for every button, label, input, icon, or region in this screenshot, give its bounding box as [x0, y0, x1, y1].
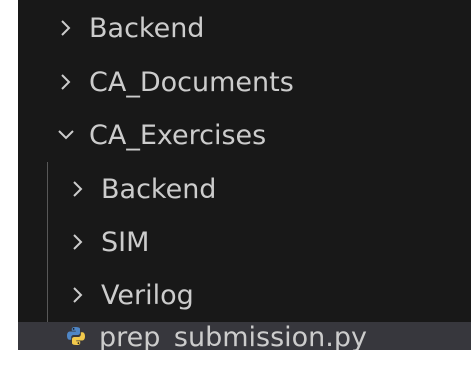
tree-item-ca-exercises[interactable]: CA_Exercises [18, 109, 471, 161]
tree-item-label: Backend [101, 173, 217, 205]
chevron-right-icon[interactable] [67, 284, 89, 306]
tree-item-label: prep_submission.py [99, 322, 367, 350]
tree-item-label: SIM [101, 226, 150, 258]
tree-item-label: Backend [89, 12, 205, 44]
tree-item-verilog[interactable]: Verilog [18, 269, 471, 321]
file-explorer-tree: Backend CA_Documents CA_Exercises Backen… [18, 0, 471, 350]
tree-item-label: CA_Exercises [89, 119, 267, 151]
tree-item-label: Verilog [101, 279, 194, 311]
tree-item-ca-documents[interactable]: CA_Documents [18, 56, 471, 108]
chevron-right-icon[interactable] [67, 231, 89, 253]
tree-item-sim[interactable]: SIM [18, 216, 471, 268]
chevron-right-icon[interactable] [55, 71, 77, 93]
chevron-right-icon[interactable] [67, 178, 89, 200]
tree-item-prep-submission[interactable]: prep_submission.py [18, 322, 471, 350]
tree-item-backend[interactable]: Backend [18, 2, 471, 54]
tree-item-backend-nested[interactable]: Backend [18, 163, 471, 215]
tree-item-label: CA_Documents [89, 66, 294, 98]
chevron-down-icon[interactable] [55, 124, 77, 146]
chevron-right-icon[interactable] [55, 17, 77, 39]
python-icon [65, 325, 87, 347]
